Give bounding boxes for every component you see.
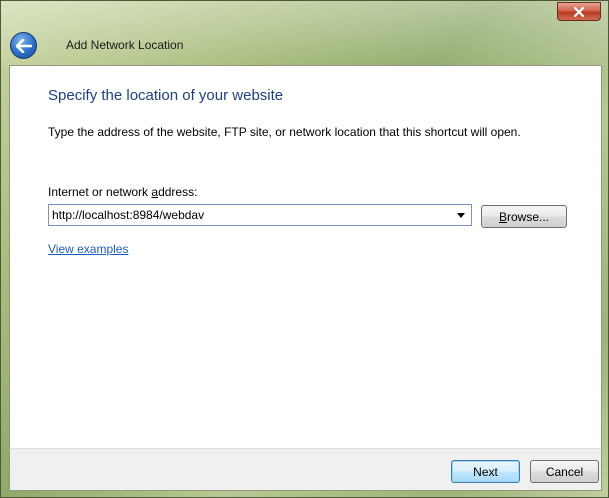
cancel-button[interactable]: Cancel bbox=[530, 460, 599, 483]
back-arrow-icon bbox=[15, 38, 32, 53]
title-bar bbox=[1, 1, 608, 65]
close-button[interactable] bbox=[557, 2, 601, 21]
close-icon bbox=[573, 6, 585, 17]
back-button[interactable] bbox=[10, 32, 37, 59]
address-combobox[interactable] bbox=[48, 204, 472, 226]
dropdown-button[interactable] bbox=[453, 207, 469, 223]
window-title: Add Network Location bbox=[66, 38, 184, 52]
view-examples-link[interactable]: View examples bbox=[48, 242, 128, 256]
browse-label-rest: rowse... bbox=[507, 209, 550, 224]
footer-bar: Next Cancel bbox=[9, 448, 602, 491]
browse-accesskey: B bbox=[498, 209, 507, 224]
next-button[interactable]: Next bbox=[451, 460, 520, 483]
address-label-prefix: Internet or network bbox=[48, 185, 152, 199]
address-label-suffix: ddress: bbox=[158, 185, 198, 199]
browse-button[interactable]: Browse... bbox=[481, 205, 567, 228]
content-panel: Specify the location of your website Typ… bbox=[9, 65, 602, 448]
address-input[interactable] bbox=[49, 205, 452, 225]
page-heading: Specify the location of your website bbox=[48, 87, 284, 104]
address-label: Internet or network address: bbox=[48, 185, 197, 199]
dialog-window: Add Network Location Specify the locatio… bbox=[0, 0, 609, 498]
chevron-down-icon bbox=[457, 212, 465, 218]
instruction-text: Type the address of the website, FTP sit… bbox=[48, 125, 521, 139]
